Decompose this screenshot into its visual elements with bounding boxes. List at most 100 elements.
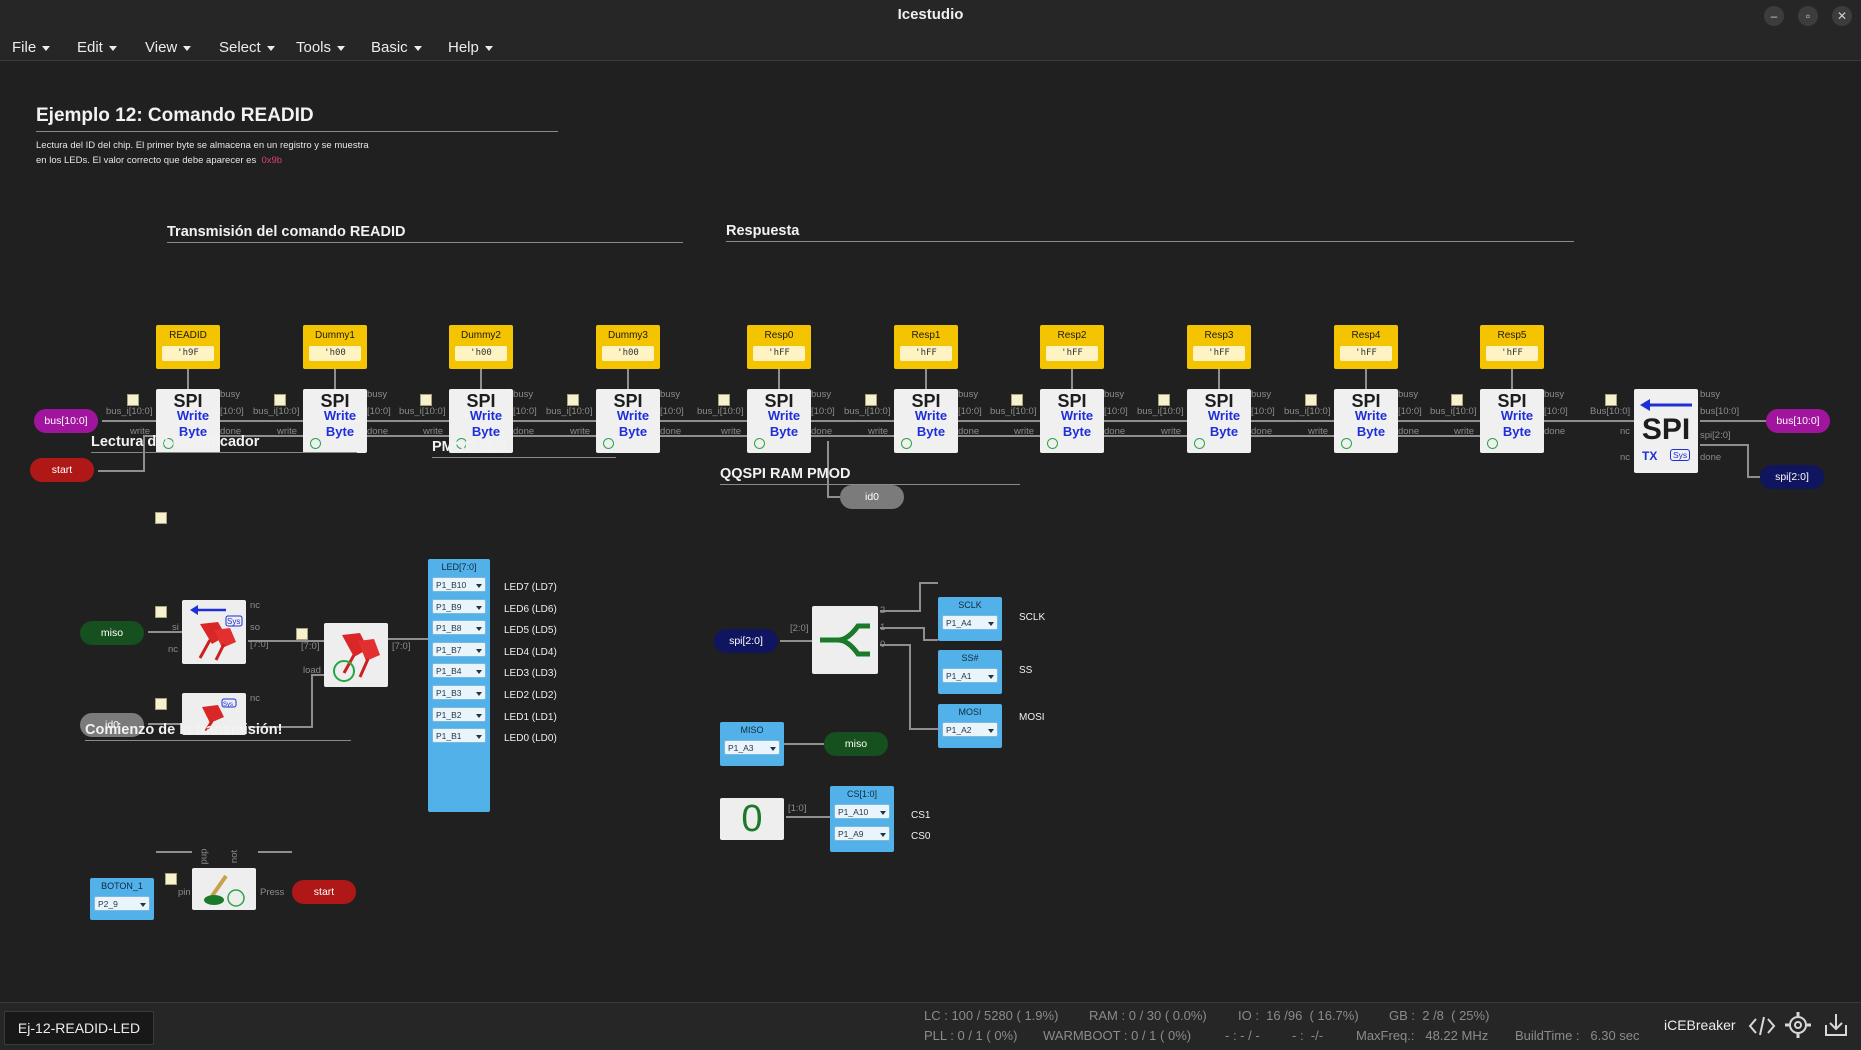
spi-write-byte-block[interactable]: SPI Write Byte [1334,389,1398,453]
minimize-button[interactable]: – [1764,6,1784,26]
upload-icon[interactable] [1822,1011,1850,1039]
id0-label[interactable]: id0 [840,485,904,509]
miso-input-label[interactable]: miso [80,621,144,645]
bus-input-label[interactable]: bus[10:0] [34,409,98,433]
spi-output-label[interactable]: spi[2:0] [1760,465,1824,489]
bus-split-block[interactable] [812,606,878,674]
spi-write-byte-block[interactable]: SPI Write Byte [596,389,660,453]
port-label: load [303,665,321,676]
spi-write-byte-block[interactable]: SPI Write Byte [1187,389,1251,453]
pin-select[interactable]: P1_A4 [942,615,998,630]
pin-label: SS [1019,665,1033,676]
port-label: write [423,426,444,437]
const-block[interactable]: Dummy3'h00 [596,325,660,369]
design-canvas[interactable]: Ejemplo 12: Comando READID Lectura del I… [0,61,1861,1002]
code-icon[interactable] [1748,1013,1776,1039]
spi-write-byte-block[interactable]: SPI Write Byte [894,389,958,453]
spi-rx-block[interactable]: Sys [182,600,246,664]
pin-select[interactable]: P1_B4 [432,663,486,678]
pin-select[interactable]: P1_A3 [724,740,780,755]
pin-select[interactable]: P1_B10 [432,577,486,592]
port-label: write [721,426,742,437]
port-label: [10:0] [1398,406,1422,417]
pin-select[interactable]: P1_B8 [432,620,486,635]
button-input-block[interactable]: BOTON_1 P2_9 [90,878,154,920]
description-line-2: en los LEDs. El valor correcto que debe … [36,155,257,166]
port-label: [10:0] [660,406,684,417]
stat-lc: LC : 100 / 5280 ( 1.9%) [924,1008,1059,1023]
start-label[interactable]: start [30,458,94,482]
const-block[interactable]: Resp3'hFF [1187,325,1251,369]
port-label: bus_i[10:0] [1284,406,1331,417]
miso-input-block[interactable]: MISO P1_A3 [720,722,784,766]
menu-select[interactable]: Select [219,39,275,56]
ss-output-block[interactable]: SS# P1_A1 [938,650,1002,694]
const-block[interactable]: Dummy1'h00 [303,325,367,369]
pin-marker [1451,394,1463,406]
pin-label: MOSI [1019,712,1045,723]
port-label: [10:0] [367,406,391,417]
port-label: done [811,426,833,437]
port-label: busy [1700,389,1721,400]
spi-write-byte-block[interactable]: SPI Write Byte [747,389,811,453]
register-block[interactable] [324,623,388,687]
const-block[interactable]: READID'h9F [156,325,220,369]
pin-select[interactable]: P1_A10 [834,804,890,819]
pin-select[interactable]: P1_B7 [432,642,486,657]
miso-output-label[interactable]: miso [824,732,888,756]
port-label: done [660,426,682,437]
close-button[interactable]: ✕ [1832,6,1852,26]
board-selector[interactable]: iCEBreaker [1664,1017,1736,1033]
port-label: busy [811,389,832,400]
pin-select[interactable]: P1_A2 [942,722,998,737]
port-label: done [1700,452,1722,463]
spi-tx-block[interactable]: SPI TX Sys [1634,389,1698,473]
const-block[interactable]: Resp4'hFF [1334,325,1398,369]
spi-write-byte-block[interactable]: SPI Write Byte [1040,389,1104,453]
menu-file[interactable]: File [12,39,51,56]
port-label: [7:0] [301,641,320,652]
const-block[interactable]: Resp2'hFF [1040,325,1104,369]
const-block[interactable]: Resp5'hFF [1480,325,1544,369]
clock-icon [1047,438,1058,449]
split-icon [820,623,870,657]
pin-select[interactable]: P2_9 [94,896,150,911]
spi-write-byte-block[interactable]: SPI Write Byte [1480,389,1544,453]
const-block[interactable]: Resp1'hFF [894,325,958,369]
led-output-block[interactable]: LED[7:0] P1_B10 P1_B9 P1_B8 P1_B7 P1_B4 … [428,559,490,812]
port-label: [7:0] [250,639,269,650]
button-debouncer-block[interactable] [192,868,256,910]
const-zero-block[interactable]: 0 [720,798,784,840]
menu-tools[interactable]: Tools [296,39,346,56]
pin-select[interactable]: P1_B1 [432,728,486,743]
pin-select[interactable]: P1_A1 [942,668,998,683]
project-tab[interactable]: Ej-12-READID-LED [4,1011,154,1045]
button-icon [204,874,245,907]
spi-write-byte-block[interactable]: SPI Write Byte [303,389,367,453]
sclk-output-block[interactable]: SCLK P1_A4 [938,597,1002,641]
clock-icon [901,438,912,449]
menu-edit[interactable]: Edit [77,39,117,56]
const-block[interactable]: Dummy2'h00 [449,325,513,369]
gear-icon[interactable] [1784,1011,1812,1039]
const-block[interactable]: Resp0'hFF [747,325,811,369]
pin-select[interactable]: P1_A9 [834,826,890,841]
stat-maxfreq: MaxFreq.: 48.22 MHz [1356,1028,1489,1043]
pin-select[interactable]: P1_B2 [432,707,486,722]
port-label: 2 [880,605,886,616]
port-label: done [1104,426,1126,437]
menu-help[interactable]: Help [448,39,493,56]
pin-select[interactable]: P1_B3 [432,685,486,700]
maximize-button[interactable]: ▫ [1798,6,1818,26]
port-label: bus_i[10:0] [1137,406,1184,417]
pin-select[interactable]: P1_B9 [432,599,486,614]
spi-input-label[interactable]: spi[2:0] [714,629,778,653]
menu-basic[interactable]: Basic [371,39,422,56]
start-output-label[interactable]: start [292,880,356,904]
mosi-output-block[interactable]: MOSI P1_A2 [938,704,1002,748]
clock-icon [1487,438,1498,449]
port-label: pup [198,848,210,865]
cs-output-block[interactable]: CS[1:0] P1_A10 P1_A9 [830,786,894,852]
bus-output-label[interactable]: bus[10:0] [1766,409,1830,433]
menu-view[interactable]: View [145,39,192,56]
